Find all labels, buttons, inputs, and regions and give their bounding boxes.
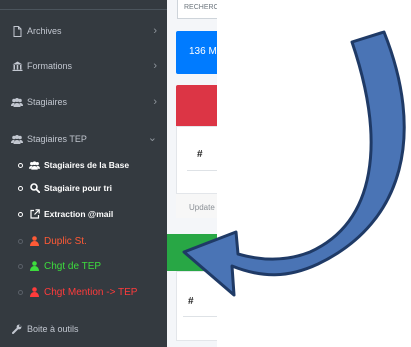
sidebar-item-label: Stagiaires TEP [27,134,87,144]
circle-bullet-icon [18,263,23,269]
circle-bullet-icon [18,238,23,244]
card-footer-update: Update [176,193,217,218]
main-content: RECHERCHER 136 M # Update # [167,0,217,347]
sidebar-item-stagiaires-tep[interactable]: Stagiaires TEP ⌄ [0,126,167,152]
screenshot-stage: Archives › Formations › Stagiaires › Sta… [0,0,411,347]
users-icon [29,160,40,171]
user-icon [29,236,40,247]
card-header-green [167,234,217,271]
sidebar-subitem-stagiaire-tri[interactable]: Stagiaire pour tri [0,176,167,200]
card-body-green [176,271,217,341]
sidebar-subitem-label: Chgt Mention -> TEP [44,286,138,298]
chevron-right-icon: › [153,25,157,37]
sidebar-item-archives[interactable]: Archives › [0,18,167,44]
sidebar-subitem-chgt-mention[interactable]: Chgt Mention -> TEP [0,280,167,304]
table-divider [187,170,217,171]
file-icon [11,25,23,37]
sidebar: Archives › Formations › Stagiaires › Sta… [0,0,167,347]
circle-bullet-icon [18,211,23,217]
chevron-right-icon: › [153,96,157,108]
sidebar-item-boite-outils[interactable]: Boite à outils [0,316,167,342]
chevron-down-icon: ⌄ [147,132,157,144]
users-icon [11,133,23,145]
circle-bullet-icon [18,162,23,168]
card-header-red [176,85,217,126]
table-divider [183,316,217,317]
table-header-hash: # [188,296,194,307]
sidebar-item-label: Stagiaires [27,97,68,107]
sidebar-subitem-label: Duplic St. [44,235,87,247]
sidebar-item-stagiaires[interactable]: Stagiaires › [0,89,167,115]
sidebar-item-label: Archives [27,26,62,36]
search-input[interactable]: RECHERCHER [177,0,217,19]
table-header-hash: # [197,149,203,160]
circle-bullet-icon [18,185,23,191]
stat-card-blue: 136 M [176,31,217,74]
building-icon [11,60,23,72]
user-icon [29,287,40,298]
sidebar-subitem-chgt-tep[interactable]: Chgt de TEP [0,254,167,278]
sidebar-item-formations[interactable]: Formations › [0,53,167,79]
wrench-icon [11,323,23,335]
sidebar-subitem-duplic-st[interactable]: Duplic St. [0,229,167,253]
sidebar-subitem-stagiaires-base[interactable]: Stagiaires de la Base [0,153,167,177]
users-icon [11,96,23,108]
sidebar-subitem-label: Chgt de TEP [44,260,102,272]
circle-bullet-icon [18,289,23,295]
user-icon [29,261,40,272]
chevron-right-icon: › [153,60,157,72]
sidebar-subitem-label: Stagiaires de la Base [44,160,130,170]
search-icon [29,183,40,194]
sidebar-subitem-label: Extraction @mail [44,209,114,219]
sidebar-item-label: Boite à outils [27,324,79,334]
sidebar-subitem-extraction-mail[interactable]: Extraction @mail [0,202,167,226]
external-link-icon [29,209,40,220]
sidebar-subitem-label: Stagiaire pour tri [44,183,113,193]
sidebar-item-label: Formations [27,61,73,71]
sidebar-divider [0,0,167,10]
